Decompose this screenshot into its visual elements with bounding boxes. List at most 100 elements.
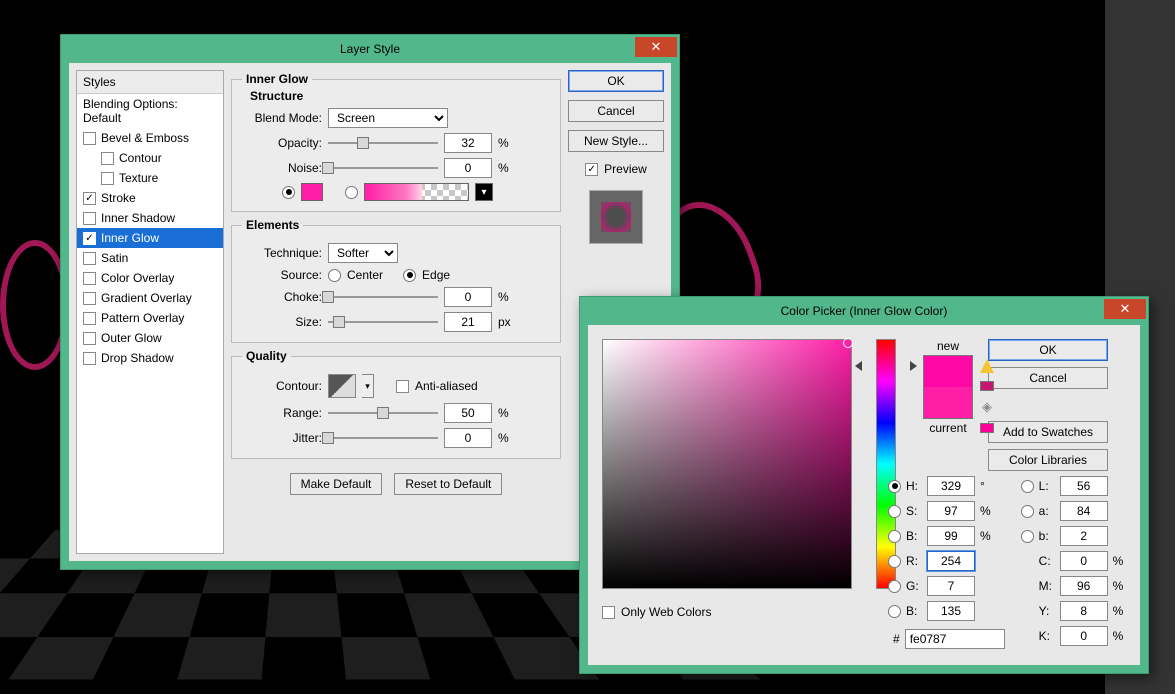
new-style-button[interactable]: New Style... <box>568 130 664 152</box>
checkbox[interactable] <box>83 332 96 345</box>
saturation-value-picker[interactable] <box>602 339 852 589</box>
noise-slider[interactable] <box>328 162 438 174</box>
a-radio[interactable] <box>1021 505 1034 518</box>
source-center-radio[interactable] <box>328 269 341 282</box>
cancel-button[interactable]: Cancel <box>988 367 1108 389</box>
s-input[interactable] <box>927 501 975 521</box>
g-input[interactable] <box>927 576 975 596</box>
checkbox[interactable] <box>83 252 96 265</box>
ok-button[interactable]: OK <box>568 70 664 92</box>
cube-icon[interactable]: ◈ <box>982 399 992 415</box>
s-radio[interactable] <box>888 505 901 518</box>
styles-list: Styles Blending Options: Default Bevel &… <box>76 70 224 554</box>
chevron-down-icon[interactable]: ▾ <box>475 183 493 201</box>
style-item-contour[interactable]: Contour <box>77 148 223 168</box>
websafe-swatch[interactable] <box>980 423 994 433</box>
opacity-label: Opacity: <box>242 136 322 150</box>
jitter-slider[interactable] <box>328 432 438 444</box>
y-input[interactable] <box>1060 601 1108 621</box>
glow-gradient-radio[interactable] <box>345 186 358 199</box>
close-icon[interactable]: ✕ <box>635 37 677 57</box>
blend-mode-select[interactable]: Screen <box>328 108 448 128</box>
size-label: Size: <box>242 315 322 329</box>
color-libraries-button[interactable]: Color Libraries <box>988 449 1108 471</box>
glow-color-radio[interactable] <box>282 186 295 199</box>
styles-header[interactable]: Styles <box>77 71 223 94</box>
gamut-swatch[interactable] <box>980 381 994 391</box>
checkbox[interactable] <box>83 312 96 325</box>
anti-aliased-checkbox[interactable] <box>396 380 409 393</box>
style-item-bevel[interactable]: Bevel & Emboss <box>77 128 223 148</box>
hex-input[interactable] <box>905 629 1005 649</box>
only-web-colors-checkbox[interactable] <box>602 606 615 619</box>
h-input[interactable] <box>927 476 975 496</box>
ok-button[interactable]: OK <box>988 339 1108 361</box>
style-item-drop-shadow[interactable]: Drop Shadow <box>77 348 223 368</box>
add-to-swatches-button[interactable]: Add to Swatches <box>988 421 1108 443</box>
layer-style-title: Layer Style <box>340 42 400 56</box>
checkbox[interactable] <box>83 272 96 285</box>
glow-gradient-bar[interactable] <box>364 183 469 201</box>
color-compare-swatch[interactable] <box>923 355 973 419</box>
a-input[interactable] <box>1060 501 1108 521</box>
checkbox[interactable] <box>83 232 96 245</box>
glow-color-swatch[interactable] <box>301 183 323 201</box>
k-input[interactable] <box>1060 626 1108 646</box>
range-slider[interactable] <box>328 407 438 419</box>
bv-radio[interactable] <box>888 530 901 543</box>
close-icon[interactable]: ✕ <box>1104 299 1146 319</box>
make-default-button[interactable]: Make Default <box>290 473 383 495</box>
preview-checkbox[interactable] <box>585 163 598 176</box>
m-input[interactable] <box>1060 576 1108 596</box>
layer-style-titlebar[interactable]: Layer Style ✕ <box>61 35 679 63</box>
opacity-input[interactable] <box>444 133 492 153</box>
style-item-texture[interactable]: Texture <box>77 168 223 188</box>
range-input[interactable] <box>444 403 492 423</box>
style-item-pattern-overlay[interactable]: Pattern Overlay <box>77 308 223 328</box>
choke-slider[interactable] <box>328 291 438 303</box>
r-radio[interactable] <box>888 555 901 568</box>
color-picker-titlebar[interactable]: Color Picker (Inner Glow Color) ✕ <box>580 297 1148 325</box>
size-input[interactable] <box>444 312 492 332</box>
g-radio[interactable] <box>888 580 901 593</box>
technique-select[interactable]: Softer <box>328 243 398 263</box>
checkbox[interactable] <box>83 292 96 305</box>
size-slider[interactable] <box>328 316 438 328</box>
l-radio[interactable] <box>1021 480 1034 493</box>
c-input[interactable] <box>1060 551 1108 571</box>
gamut-warning-icon[interactable] <box>980 359 994 373</box>
style-item-stroke[interactable]: Stroke <box>77 188 223 208</box>
reset-default-button[interactable]: Reset to Default <box>394 473 502 495</box>
h-radio[interactable] <box>888 480 901 493</box>
style-item-gradient-overlay[interactable]: Gradient Overlay <box>77 288 223 308</box>
blending-options-item[interactable]: Blending Options: Default <box>77 94 223 128</box>
cancel-button[interactable]: Cancel <box>568 100 664 122</box>
noise-input[interactable] <box>444 158 492 178</box>
style-item-outer-glow[interactable]: Outer Glow <box>77 328 223 348</box>
l-input[interactable] <box>1060 476 1108 496</box>
checkbox[interactable] <box>83 192 96 205</box>
style-item-inner-glow[interactable]: Inner Glow <box>77 228 223 248</box>
checkbox[interactable] <box>101 172 114 185</box>
contour-swatch[interactable] <box>328 374 356 398</box>
group-legend: Inner Glow <box>242 72 312 86</box>
choke-input[interactable] <box>444 287 492 307</box>
style-item-inner-shadow[interactable]: Inner Shadow <box>77 208 223 228</box>
checkbox[interactable] <box>101 152 114 165</box>
checkbox[interactable] <box>83 352 96 365</box>
chevron-down-icon[interactable]: ▾ <box>362 374 374 398</box>
style-item-color-overlay[interactable]: Color Overlay <box>77 268 223 288</box>
bb-radio[interactable] <box>888 605 901 618</box>
style-item-satin[interactable]: Satin <box>77 248 223 268</box>
source-edge-radio[interactable] <box>403 269 416 282</box>
elements-legend: Elements <box>242 218 303 232</box>
b-radio[interactable] <box>1021 530 1034 543</box>
opacity-slider[interactable] <box>328 137 438 149</box>
bv-input[interactable] <box>927 526 975 546</box>
b-input[interactable] <box>1060 526 1108 546</box>
checkbox[interactable] <box>83 212 96 225</box>
r-input[interactable] <box>927 551 975 571</box>
jitter-input[interactable] <box>444 428 492 448</box>
checkbox[interactable] <box>83 132 96 145</box>
bb-input[interactable] <box>927 601 975 621</box>
